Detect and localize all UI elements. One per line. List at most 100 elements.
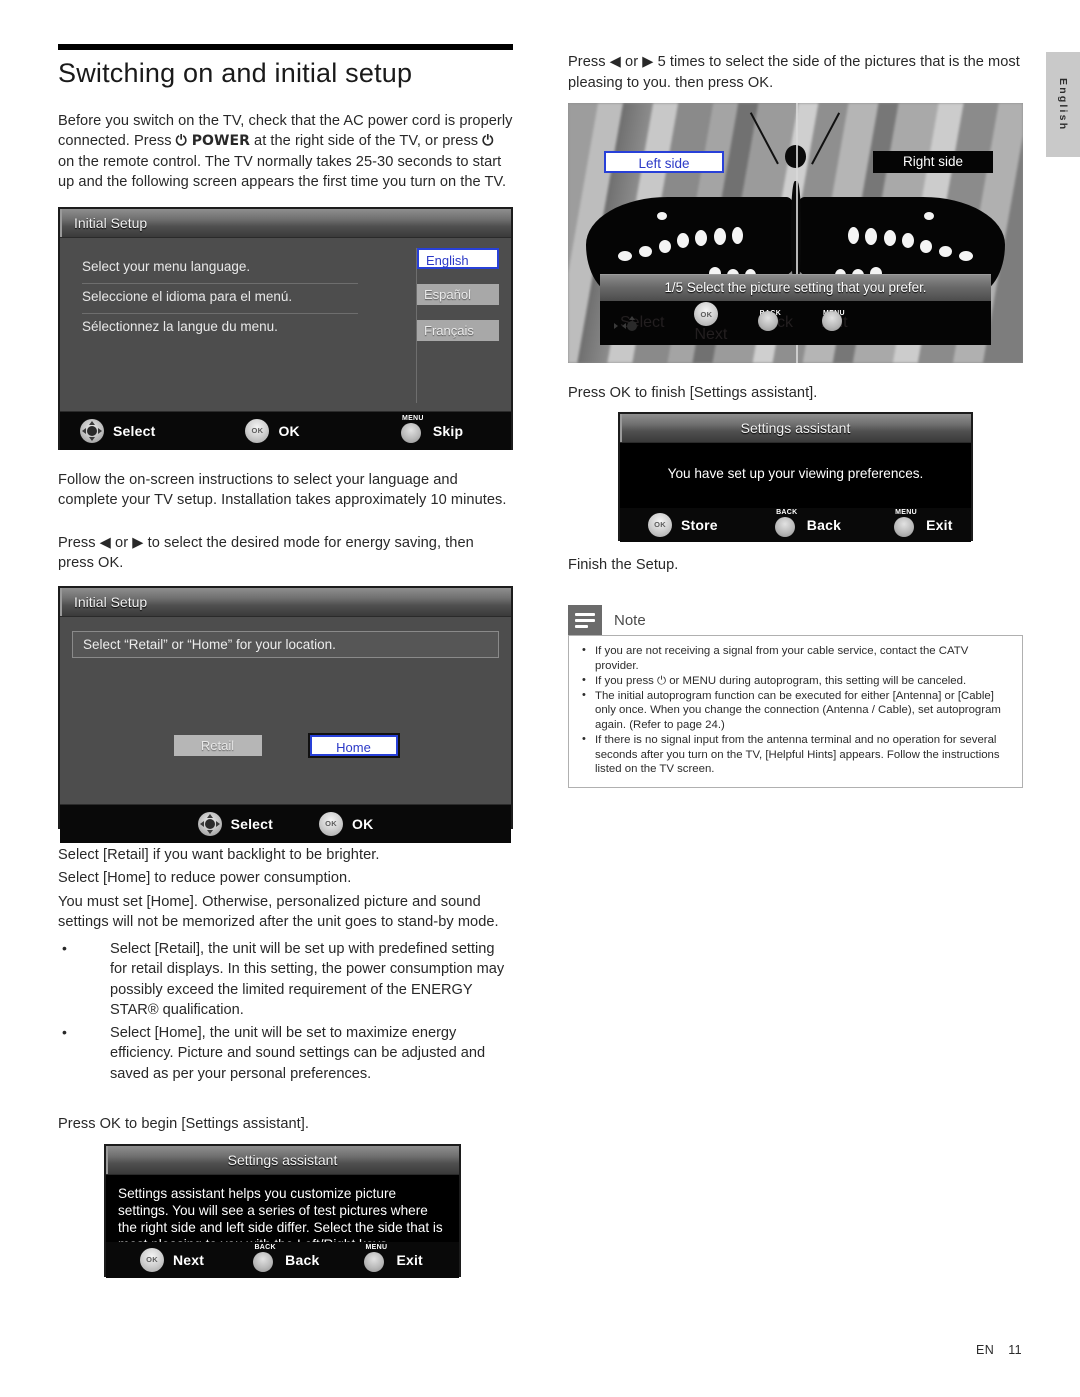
screen-title: Initial Setup: [60, 208, 511, 238]
screen-settings-assistant-done[interactable]: Settings assistant You have set up your …: [618, 411, 973, 542]
picture-right-side-label[interactable]: Right side: [873, 151, 993, 173]
menu-key-tag: MENU: [401, 414, 424, 422]
page-title: Switching on and initial setup: [58, 58, 413, 88]
note-box: If you are not receiving a signal from y…: [568, 635, 1023, 789]
left-column: Switching on and initial setup Before yo…: [58, 44, 513, 1278]
menu-button-icon: MENU: [400, 415, 424, 443]
page-footer: EN 11: [976, 1343, 1022, 1357]
language-option-francais[interactable]: Français: [417, 319, 499, 341]
press-side-text: Press ◀ or ▶ 5 times to select the side …: [568, 54, 1020, 91]
language-prompt-fr: Sélectionnez la langue du menu.: [82, 318, 278, 334]
key-hint-label: OK: [278, 422, 300, 439]
ok-button-icon: OK: [648, 512, 672, 537]
note-icon: [568, 605, 602, 635]
menu-button-icon: MENU: [363, 1244, 387, 1272]
menu-key-tag: MENU: [365, 1243, 388, 1251]
list-item: If you press ⏻ or MENU during autoprogra…: [581, 673, 1010, 689]
key-hint-next[interactable]: OK Next: [694, 302, 727, 344]
language-prompt-list: Select your menu language. Seleccione el…: [60, 238, 382, 343]
key-hint-store[interactable]: OK Store: [648, 512, 718, 537]
key-hint-label: Select: [230, 815, 274, 832]
key-hint-select[interactable]: Select: [197, 811, 274, 836]
location-option-home[interactable]: Home: [307, 732, 400, 758]
key-hint-ok[interactable]: OK OK: [319, 811, 374, 836]
list-item: If you are not receiving a signal from y…: [581, 643, 1010, 673]
screen-key-bar: OK Store BACK Back MENU Exit: [620, 507, 971, 542]
note-label: Note: [614, 611, 646, 629]
key-hint-label: Exit: [926, 516, 953, 533]
key-hint-label: Store: [681, 516, 718, 533]
picture-left-side-label[interactable]: Left side: [604, 151, 724, 173]
footer-page-number: 11: [1008, 1343, 1022, 1357]
assistant-done-text: You have set up your viewing preferences…: [667, 465, 924, 481]
screen-body: Settings assistant helps you customize p…: [106, 1174, 459, 1278]
power-label-2: ⏻: [482, 133, 494, 150]
screen-body: You have set up your viewing preferences…: [620, 442, 971, 542]
footer-language-code: EN: [976, 1343, 995, 1357]
screen-initial-setup-language[interactable]: Initial Setup Select your menu language.…: [58, 206, 513, 450]
key-hint-label: Back: [806, 516, 842, 533]
language-prompt-en: Select your menu language.: [82, 254, 358, 284]
list-item: Select [Home], the unit will be set to m…: [58, 1022, 513, 1085]
ok-button-icon: OK: [694, 302, 719, 326]
note-section: Note If you are not receiving a signal f…: [568, 605, 1023, 789]
press-ok-finish-text: Press OK to finish [Settings assistant].: [568, 385, 818, 401]
key-hint-back[interactable]: BACK Back: [757, 310, 793, 332]
key-hint-label: Select: [113, 422, 156, 439]
screen-body: Select your menu language. Seleccione el…: [60, 237, 511, 411]
screen-key-bar: Select OK Next BACK Back MENU: [600, 301, 991, 345]
side-tab-english: English: [1046, 52, 1080, 157]
key-hint-ok[interactable]: OK OK: [245, 418, 300, 443]
right-column: Press ◀ or ▶ 5 times to select the side …: [568, 52, 1023, 789]
list-item: The initial autoprogram function can be …: [581, 688, 1010, 733]
press-energy-text: Press ◀ or ▶ to select the desired mode …: [58, 534, 474, 572]
language-option-english[interactable]: English: [417, 247, 499, 269]
key-hint-exit[interactable]: MENU Exit: [893, 509, 953, 537]
intro-paragraph: Before you switch on the TV, check that …: [58, 111, 513, 193]
key-hint-back[interactable]: BACK Back: [252, 1244, 320, 1272]
language-options: English Español Français: [416, 247, 499, 403]
intro-text-part2: at the right side of the TV, or press: [249, 133, 483, 150]
screen-key-bar: Select OK OK MENU Skip: [60, 410, 511, 450]
screen-key-bar: OK Next BACK Back MENU Exit: [106, 1241, 459, 1278]
key-hint-select[interactable]: Select: [80, 418, 156, 443]
key-hint-select[interactable]: Select: [614, 314, 664, 332]
location-option-retail[interactable]: Retail: [173, 734, 262, 756]
key-hint-label: Next: [173, 1251, 205, 1268]
select-retail-text: Select [Retail] if you want backlight to…: [58, 846, 380, 863]
key-hint-label: Back: [285, 1251, 320, 1268]
key-hint-skip[interactable]: MENU Skip: [400, 415, 464, 443]
back-button-icon: BACK: [252, 1244, 276, 1272]
back-key-tag: BACK: [776, 508, 798, 516]
language-option-espanol[interactable]: Español: [417, 283, 499, 305]
menu-key-tag: MENU: [895, 508, 917, 516]
key-hint-label: Skip: [432, 422, 464, 439]
screen-initial-setup-location[interactable]: Initial Setup Select “Retail” or “Home” …: [58, 585, 513, 843]
side-tab-label: English: [1057, 77, 1069, 132]
key-hint-back[interactable]: BACK Back: [774, 509, 842, 537]
key-hint-next[interactable]: OK Next: [140, 1247, 205, 1272]
screen-title: Settings assistant: [620, 413, 971, 443]
navigation-pad-icon: [197, 811, 222, 836]
after-language-screen-text: Follow the on-screen instructions to sel…: [58, 471, 507, 509]
manual-page: Switching on and initial setup Before yo…: [0, 0, 1080, 1397]
press-ok-begin-text: Press OK to begin [Settings assistant].: [58, 1116, 309, 1133]
list-item: If there is no signal input from the ant…: [581, 732, 1010, 777]
screen-settings-assistant-intro[interactable]: Settings assistant Settings assistant he…: [104, 1143, 461, 1278]
title-rule: [58, 44, 513, 50]
location-prompt-banner: Select “Retail” or “Home” for your locat…: [72, 630, 499, 658]
must-set-home-text: You must set [Home]. Otherwise, personal…: [58, 893, 499, 931]
key-hint-label: Exit: [396, 1251, 423, 1268]
finish-setup-text: Finish the Setup.: [568, 556, 679, 573]
menu-button-icon: MENU: [893, 509, 917, 537]
key-hint-exit[interactable]: MENU Exit: [363, 1244, 423, 1272]
screen-key-bar: Select OK OK: [60, 803, 511, 843]
location-buttons: Retail Home: [60, 732, 511, 758]
screen-picture-test[interactable]: Left side Right side 1/5 Select the pict…: [568, 103, 1023, 363]
key-hint-label: OK: [352, 815, 374, 832]
back-button-icon: BACK: [774, 509, 798, 537]
list-item: Select [Retail], the unit will be set up…: [58, 938, 513, 1021]
navigation-pad-icon: [80, 418, 104, 443]
key-hint-exit[interactable]: MENU Exit: [821, 310, 848, 332]
select-home-text: Select [Home] to reduce power consumptio…: [58, 870, 352, 887]
